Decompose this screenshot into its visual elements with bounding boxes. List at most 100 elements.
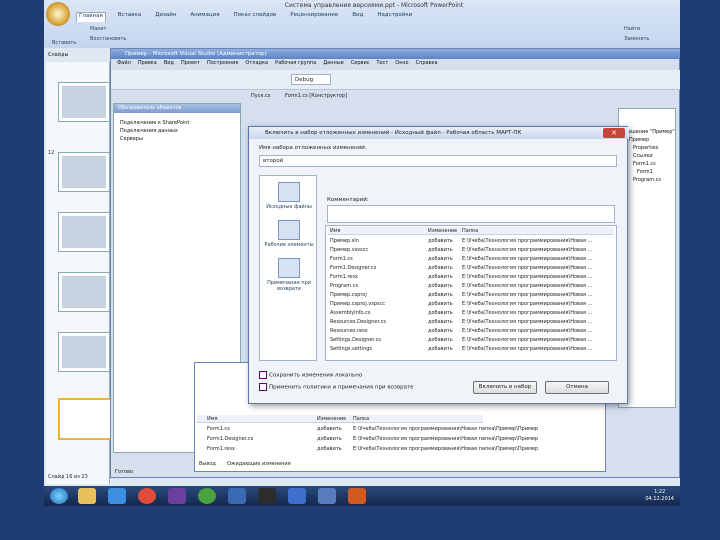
table-row[interactable]: Program.cs добавить E:\Учеба\Технология пр… bbox=[328, 282, 614, 290]
menu-data[interactable]: Данные bbox=[323, 60, 344, 69]
sidebar-source-files[interactable]: Исходные файлы bbox=[262, 182, 316, 210]
word-icon[interactable] bbox=[228, 488, 246, 504]
find-button[interactable]: Найти bbox=[624, 26, 640, 32]
config-select[interactable]: Debug bbox=[291, 74, 331, 85]
menu-edit[interactable]: Правка bbox=[138, 60, 157, 69]
name-label: Имя набора отложенных изменений: bbox=[259, 145, 367, 151]
table-row[interactable]: Пример.vssscc добавить E:\Учеба\Технология… bbox=[328, 246, 614, 254]
status-text: Слайд 16 из 23 bbox=[48, 474, 88, 480]
tree-item[interactable]: Подключение к SharePoint bbox=[120, 120, 189, 126]
reset-button[interactable]: Восстановить bbox=[90, 36, 126, 42]
slide-thumb[interactable] bbox=[58, 332, 110, 372]
table-row[interactable]: AssemblyInfo.cs добавить E:\Учеба\Технолог… bbox=[328, 309, 614, 317]
table-row[interactable]: Settings.Designer.cs добавить E:\Учеба\Тех… bbox=[328, 336, 614, 344]
vs-toolbar: Debug bbox=[111, 70, 680, 90]
table-row[interactable]: Resources.Designer.cs добавить E:\Учеба\Те… bbox=[328, 318, 614, 326]
ie-icon[interactable] bbox=[108, 488, 126, 504]
replace-button[interactable]: Заменить bbox=[624, 36, 650, 42]
table-row[interactable]: Пример.csproj добавить E:\Учеба\Технология… bbox=[328, 291, 614, 299]
menu-view[interactable]: Вид bbox=[164, 60, 174, 69]
clock[interactable]: 1:22 04.12.2014 bbox=[645, 489, 674, 503]
tab-design[interactable]: Дизайн bbox=[153, 12, 178, 22]
table-row[interactable]: Resources.resx добавить E:\Учеба\Технологи… bbox=[328, 327, 614, 335]
table-row[interactable]: Form1.Designer.cs добавить E:\Учеба\Технол… bbox=[328, 264, 614, 272]
tree-item[interactable]: Properties bbox=[633, 145, 658, 151]
slide-thumb[interactable] bbox=[58, 272, 110, 312]
table-row[interactable]: Settings.settings добавить E:\Учеба\Технол… bbox=[328, 345, 614, 353]
tab-output[interactable]: Вывод bbox=[199, 461, 216, 467]
cancel-button[interactable]: Отмена bbox=[545, 381, 609, 394]
tab-slides[interactable]: Слайды bbox=[48, 52, 68, 58]
tab-insert[interactable]: Вставка bbox=[116, 12, 143, 22]
table-row[interactable]: Form1.resx добавить E:\Учеба\Технология пр… bbox=[197, 445, 538, 453]
table-row[interactable]: Form1.cs добавить E:\Учеба\Технология прог… bbox=[328, 255, 614, 263]
layout-button[interactable]: Макет bbox=[90, 26, 106, 32]
window-title: Система управления версиями.ppt - Micros… bbox=[284, 2, 464, 9]
table-row[interactable]: Form1.Designer.cs добавить E:\Учеба\Технол… bbox=[197, 435, 538, 443]
slide-thumb[interactable] bbox=[58, 82, 110, 122]
taskbar: 1:22 04.12.2014 bbox=[44, 486, 680, 506]
office-button[interactable] bbox=[46, 2, 70, 26]
comment-input[interactable] bbox=[327, 205, 615, 223]
tree-item[interactable]: Подключения данных bbox=[120, 128, 178, 134]
tree-item[interactable]: Form1 bbox=[637, 169, 653, 175]
tab-review[interactable]: Рецензирование bbox=[288, 12, 340, 22]
tab-slideshow[interactable]: Показ слайдов bbox=[232, 12, 279, 22]
menu-project[interactable]: Проект bbox=[181, 60, 200, 69]
table-row[interactable]: Form1.cs добавить E:\Учеба\Технология прог… bbox=[197, 425, 538, 433]
tab-addins[interactable]: Надстройки bbox=[375, 12, 414, 22]
preserve-policies-checkbox[interactable]: Применить политики и примечания при возв… bbox=[259, 383, 414, 391]
media-icon[interactable] bbox=[258, 488, 276, 504]
vs-icon[interactable] bbox=[168, 488, 186, 504]
keep-pending-checkbox[interactable]: Сохранить изменения локально bbox=[259, 371, 362, 379]
app-icon[interactable] bbox=[318, 488, 336, 504]
slide-thumb[interactable] bbox=[58, 152, 110, 192]
menu-debug[interactable]: Отладка bbox=[245, 60, 268, 69]
slide-thumb-selected[interactable] bbox=[58, 398, 112, 440]
app-icon[interactable] bbox=[288, 488, 306, 504]
tree-item[interactable]: Ссылки bbox=[633, 153, 653, 159]
tab-home[interactable]: Главная bbox=[76, 12, 106, 22]
doc-tab-form1[interactable]: Form1.cs [Конструктор] bbox=[285, 93, 347, 99]
tree-item[interactable]: Program.cs bbox=[633, 177, 661, 183]
table-row[interactable]: Form1.resx добавить E:\Учеба\Технология пр… bbox=[328, 273, 614, 281]
menu-file[interactable]: Файл bbox=[117, 60, 131, 69]
powerpoint-icon[interactable] bbox=[348, 488, 366, 504]
notes-icon bbox=[278, 258, 300, 278]
tree-item[interactable]: Пример bbox=[629, 137, 649, 143]
tab-animation[interactable]: Анимация bbox=[188, 12, 221, 22]
paste-button[interactable]: Вставить bbox=[52, 40, 76, 46]
slide-thumb[interactable] bbox=[58, 212, 110, 252]
menu-team[interactable]: Рабочая группа bbox=[275, 60, 316, 69]
sidebar-notes[interactable]: Примечания при возврате bbox=[262, 258, 316, 292]
pane-title: Обозреватель объектов bbox=[114, 104, 240, 113]
vs-title: Пример - Microsoft Visual Studio (Админи… bbox=[111, 49, 680, 59]
start-button[interactable] bbox=[50, 488, 68, 504]
shelveset-name-input[interactable]: второй bbox=[259, 155, 617, 167]
work-items-icon bbox=[278, 220, 300, 240]
doc-tab-start[interactable]: Пуск.cs bbox=[251, 93, 270, 99]
table-row[interactable]: Пример.sln добавить E:\Учеба\Технология пр… bbox=[328, 237, 614, 245]
menu-test[interactable]: Тест bbox=[377, 60, 389, 69]
table-header: Имя Изменение Папка bbox=[328, 227, 614, 235]
dialog-sidebar: Исходные файлы Рабочие элементы Примечан… bbox=[259, 175, 317, 361]
sidebar-work-items[interactable]: Рабочие элементы bbox=[262, 220, 316, 248]
tab-pending[interactable]: Ожидающие изменения bbox=[227, 461, 291, 467]
menu-help[interactable]: Справка bbox=[416, 60, 438, 69]
table-row[interactable]: Пример.csproj.vspscc добавить E:\Учеба\Тех… bbox=[328, 300, 614, 308]
shelve-dialog: Включить в набор отложенных изменений - … bbox=[248, 126, 629, 404]
dialog-title: Включить в набор отложенных изменений - … bbox=[249, 127, 629, 139]
menu-window[interactable]: Окно bbox=[395, 60, 408, 69]
utorrent-icon[interactable] bbox=[198, 488, 216, 504]
close-button[interactable]: ✕ bbox=[603, 128, 625, 138]
chrome-icon[interactable] bbox=[138, 488, 156, 504]
tree-item[interactable]: Серверы bbox=[120, 136, 143, 142]
menu-build[interactable]: Построение bbox=[207, 60, 238, 69]
shelve-button[interactable]: Включить в набор bbox=[473, 381, 537, 394]
menu-tools[interactable]: Сервис bbox=[351, 60, 370, 69]
explorer-icon[interactable] bbox=[78, 488, 96, 504]
tab-view[interactable]: Вид bbox=[350, 12, 365, 22]
tree-item[interactable]: Решение "Пример" bbox=[625, 129, 675, 135]
tree-item[interactable]: Form1.cs bbox=[633, 161, 656, 167]
lower-header: Имя Изменение Папка bbox=[197, 415, 483, 423]
